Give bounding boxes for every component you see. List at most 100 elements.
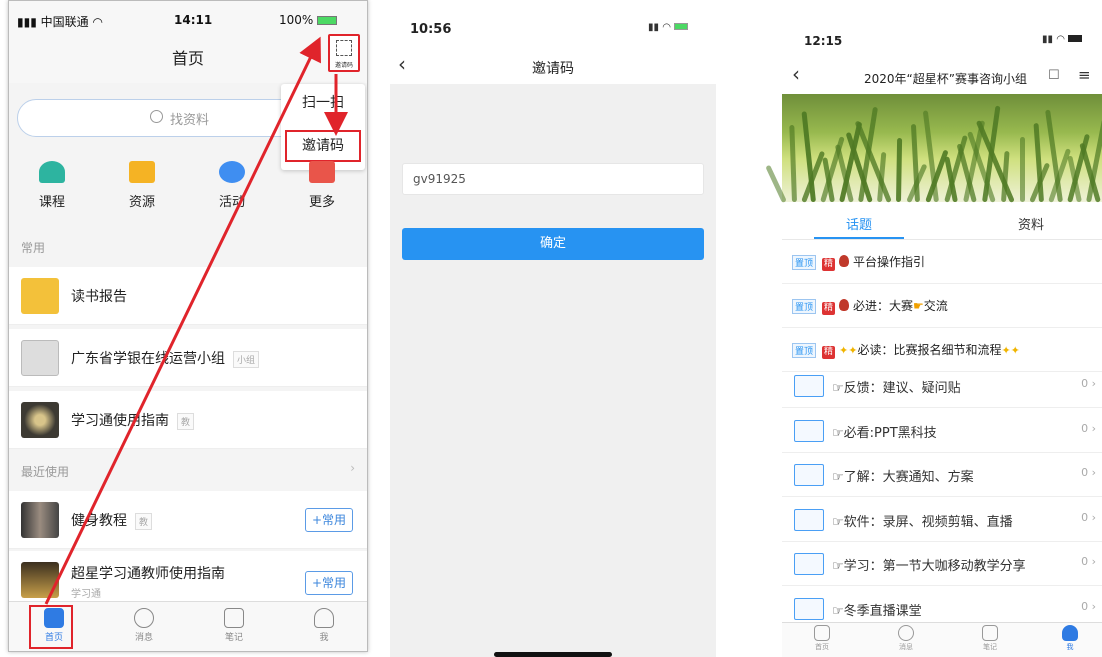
tab-messages[interactable]: 消息	[876, 623, 936, 652]
section-recent: 最近使用	[21, 465, 70, 479]
folder-count: 0 ›	[1081, 511, 1096, 524]
tab-indicator	[814, 237, 904, 239]
item-name-row: 健身教程教	[71, 510, 153, 530]
folder-icon	[794, 508, 824, 531]
folder-item[interactable]: ☞了解：大赛通知、方案 0 ›	[782, 453, 1102, 497]
list-item[interactable]: 广东省学银在线运营小组 小组	[9, 329, 367, 387]
folder-count: 0 ›	[1081, 600, 1096, 613]
tab-label: 笔记	[983, 643, 997, 651]
menu-icon[interactable]: ≡	[1078, 66, 1091, 84]
count-value: 0	[1081, 421, 1089, 435]
grid-item-resource[interactable]: 资源	[107, 161, 177, 210]
scan-invite-button[interactable]: 邀请码	[328, 34, 360, 72]
people-icon	[219, 161, 245, 183]
chevron-right-icon: ›	[1091, 421, 1096, 435]
scan-invite-label: 邀请码	[334, 62, 353, 69]
grid-item-more[interactable]: 更多	[287, 161, 357, 210]
note-icon	[982, 625, 998, 641]
item-name-row: 学习通使用指南教	[71, 410, 195, 430]
rose-icon	[839, 255, 850, 267]
count-value: 0	[1081, 510, 1089, 524]
status-battery: 100%	[279, 13, 338, 27]
edit-icon[interactable]: ☐	[1048, 68, 1060, 83]
list-item[interactable]: 学习通使用指南教	[9, 391, 367, 449]
battery-icon	[674, 23, 689, 30]
status-icons: ▮▮ ◠	[648, 22, 689, 33]
item-name: 读书报告	[71, 289, 127, 305]
item-name: 学习通使用指南	[71, 413, 169, 429]
tab-messages[interactable]: 消息	[99, 604, 189, 643]
tab-home[interactable]: 首页	[792, 623, 852, 652]
signal-icon: ▮▮▮	[17, 15, 41, 29]
tab-label: 消息	[134, 633, 153, 643]
invite-code-input[interactable]: gv91925	[402, 163, 704, 195]
tab-notes[interactable]: 笔记	[960, 623, 1020, 652]
tab-switcher: 话题 资料	[782, 206, 1102, 240]
page-title: 邀请码	[532, 61, 574, 77]
folder-item[interactable]: ☞软件：录屏、视频剪辑、直播 0 ›	[782, 498, 1102, 542]
tab-label: 首页	[815, 643, 829, 651]
pinned-topic[interactable]: 置顶精 必进：大赛☛交流	[782, 284, 1102, 328]
screen-invite-code: 10:56 ▮▮ ◠ ‹ 邀请码 gv91925 确定	[390, 0, 716, 657]
add-common-button[interactable]: +常用	[305, 571, 353, 595]
status-time: 10:56	[410, 22, 452, 37]
tab-me[interactable]: 我	[1040, 623, 1100, 652]
jing-badge: 精	[822, 302, 836, 315]
grid-item-course[interactable]: 课程	[17, 161, 87, 210]
confirm-button[interactable]: 确定	[402, 228, 704, 260]
pin-badge: 置顶	[792, 255, 817, 270]
chevron-right-icon: ›	[1091, 555, 1096, 568]
chevron-right-icon[interactable]: ›	[350, 461, 355, 475]
tab-materials[interactable]: 资料	[1018, 214, 1044, 233]
folder-count: 0 ›	[1081, 466, 1096, 479]
folder-title: ☞冬季直播课堂	[832, 603, 922, 619]
count-value: 0	[1081, 377, 1089, 390]
status-bar-left: ▮▮▮ 中国联通 ◠	[17, 13, 103, 30]
list-item[interactable]: 健身教程教 +常用	[9, 491, 367, 549]
screen-group: 12:15 ▮▮ ◠ ‹ 2020年“超星杯”赛事咨询小组 ☐ ≡ 话题 资料 …	[765, 0, 1102, 657]
group-thumbnail	[21, 340, 59, 376]
topic-title: 必进：大赛	[853, 299, 914, 313]
list-item[interactable]: 读书报告	[9, 267, 367, 325]
topic-line: 置顶精 必进：大赛☛交流	[792, 297, 948, 315]
menu-item-invite-code[interactable]: 邀请码	[285, 130, 361, 162]
chevron-right-icon: ›	[1091, 466, 1096, 479]
topic-line: 置顶精 平台操作指引	[792, 253, 925, 271]
topic-title: 平台操作指引	[853, 255, 926, 269]
search-icon	[150, 110, 163, 123]
back-icon[interactable]: ‹	[792, 62, 800, 86]
star-icon: ✦✦	[1001, 344, 1020, 357]
add-common-button[interactable]: +常用	[305, 508, 353, 532]
folder-item[interactable]: ☞学习：第一节大咖移动教学分享 0 ›	[782, 542, 1102, 586]
item-subtitle: 学习通	[71, 589, 101, 600]
search-input[interactable]: 找资料	[17, 99, 301, 137]
signal-icon: ▮▮	[1042, 34, 1057, 45]
section-common: 常用	[21, 241, 46, 255]
count-value: 0	[1081, 599, 1089, 613]
folder-count: 0 ›	[1081, 377, 1096, 390]
add-menu-popup: 扫一扫 邀请码	[281, 84, 365, 170]
page-title: 首页	[171, 49, 204, 68]
folder-item[interactable]: ☞反馈：建议、疑问贴 0 ›	[782, 364, 1102, 408]
tab-label: 我	[319, 633, 329, 643]
carrier: 中国联通	[40, 15, 89, 29]
folder-icon	[794, 419, 824, 442]
tab-notes[interactable]: 笔记	[189, 604, 279, 643]
rose-icon	[839, 299, 850, 311]
list-item[interactable]: 超星学习通教师使用指南 学习通 +常用	[9, 551, 367, 603]
folder-title: ☞必看:PPT黑科技	[832, 425, 937, 441]
folder-title: ☞软件：录屏、视频剪辑、直播	[832, 514, 1013, 530]
folder-item[interactable]: ☞必看:PPT黑科技 0 ›	[782, 409, 1102, 453]
scan-icon	[336, 40, 352, 56]
message-icon	[134, 608, 154, 628]
home-icon	[814, 625, 830, 641]
grid-item-activity[interactable]: 活动	[197, 161, 267, 210]
menu-item-scan[interactable]: 扫一扫	[281, 92, 365, 112]
wifi-icon: ◠	[88, 15, 103, 29]
pinned-topic[interactable]: 置顶精 平台操作指引	[782, 240, 1102, 284]
battery-icon	[1068, 35, 1083, 42]
tab-topics[interactable]: 话题	[846, 214, 872, 233]
grass-blade	[765, 164, 787, 204]
grid-label: 更多	[308, 195, 335, 210]
tab-me[interactable]: 我	[279, 604, 367, 643]
